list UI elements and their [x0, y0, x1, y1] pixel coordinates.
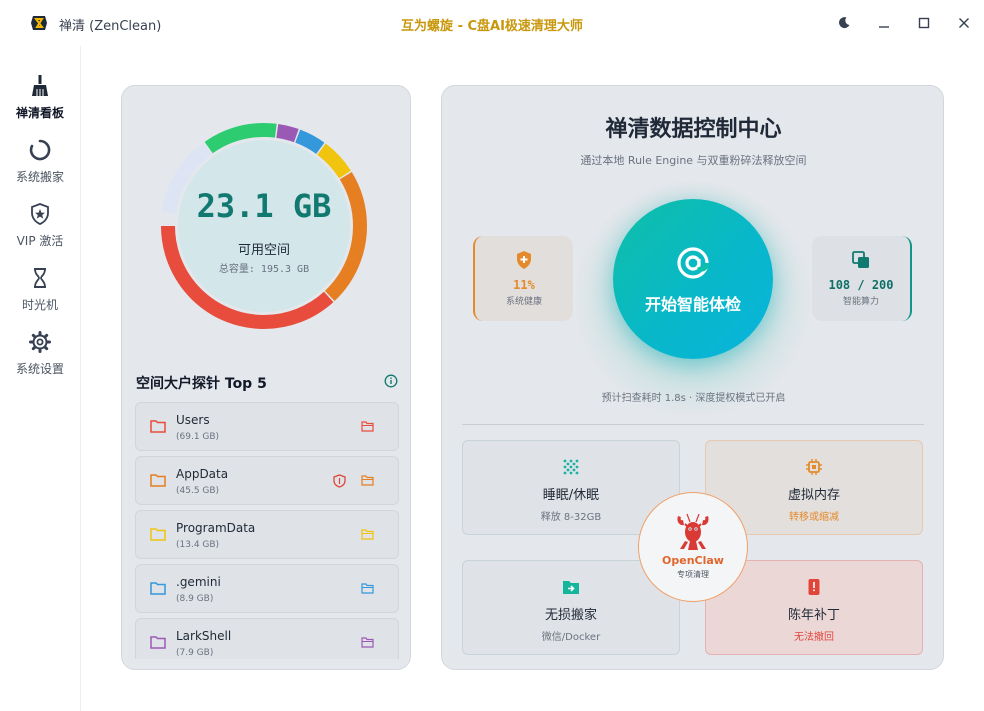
folder-name: Users: [176, 413, 210, 427]
open-folder-icon[interactable]: [361, 637, 374, 648]
system-health-value: 11%: [513, 278, 535, 292]
folder-name: LarkShell: [176, 629, 232, 643]
folder-icon: [150, 582, 166, 595]
ai-power-value: 108 / 200: [828, 278, 894, 292]
folder-icon: [150, 528, 166, 541]
old-patches-name: 陈年补丁: [787, 608, 840, 623]
sidebar: 禅清看板 系统搬家 VIP 激活 时光机 系统设置: [0, 46, 81, 711]
lossless-move-name: 无损搬家: [544, 608, 597, 623]
system-health-label: 系统健康: [505, 297, 542, 307]
storage-donut-chart: 23.1 GB 可用空间 总容量: 195.3 GB: [159, 121, 369, 331]
folder-icon: [150, 420, 166, 433]
virtual-memory-name: 虚拟内存: [787, 488, 840, 503]
copy-icon: [852, 251, 869, 268]
openclaw-sub: 专项清理: [677, 570, 709, 579]
control-center-title: 禅清数据控制中心: [605, 117, 782, 142]
theme-toggle-button[interactable]: [834, 13, 854, 33]
folder-name: .gemini: [176, 575, 221, 589]
open-folder-icon[interactable]: [361, 475, 374, 486]
folder-move-icon: [563, 581, 579, 594]
info-icon[interactable]: [384, 374, 398, 388]
maximize-icon: [918, 17, 930, 29]
divider: [462, 424, 924, 425]
old-patches-desc: 无法撤回: [794, 632, 834, 643]
system-health-card: 11% 系统健康: [473, 236, 573, 321]
sidebar-item-migration[interactable]: 系统搬家: [0, 138, 80, 185]
minimize-button[interactable]: [874, 13, 894, 33]
scan-hint: 预计扫查耗时 1.8s · 深度提权模式已开启: [601, 393, 786, 404]
sidebar-item-label: VIP 激活: [16, 234, 64, 248]
sidebar-item-label: 禅清看板: [15, 106, 64, 120]
refresh-icon: [29, 139, 51, 161]
list-item[interactable]: AppData (45.5 GB): [135, 456, 399, 505]
folder-icon: [150, 474, 166, 487]
available-space-label: 可用空间: [237, 243, 290, 258]
sleep-hibernate-name: 睡眠/休眠: [542, 488, 600, 503]
control-center-panel: 禅清数据控制中心 通过本地 Rule Engine 与双重粉碎法释放空间 11%…: [441, 85, 944, 670]
openclaw-name: OpenClaw: [662, 554, 724, 567]
protected-shield-icon: [333, 474, 346, 488]
phone-alert-icon: [808, 579, 820, 595]
folder-size: (45.5 GB): [176, 486, 220, 496]
available-space-value: 23.1 GB: [196, 187, 332, 225]
total-capacity-label: 总容量: 195.3 GB: [218, 264, 310, 275]
open-folder-icon[interactable]: [361, 529, 374, 540]
close-button[interactable]: [954, 13, 974, 33]
folder-size: (13.4 GB): [176, 540, 220, 550]
donut-ring: [161, 123, 367, 329]
sidebar-item-label: 系统搬家: [15, 170, 64, 184]
ai-power-card: 108 / 200 智能算力: [812, 236, 912, 321]
gear-icon: [29, 331, 51, 353]
open-folder-icon[interactable]: [361, 421, 374, 432]
sidebar-item-label: 时光机: [21, 298, 58, 312]
list-item[interactable]: Users (69.1 GB): [135, 402, 399, 451]
top5-title: 空间大户探针 Top 5: [136, 376, 267, 392]
chip-icon: [806, 459, 822, 475]
shield-star-icon: [31, 203, 49, 225]
folder-name: ProgramData: [176, 521, 256, 535]
title-bar: 禅清 (ZenClean) 互为螺旋 - C盘AI极速清理大师: [0, 0, 984, 46]
at-sign-icon: [677, 247, 709, 279]
start-scan-button[interactable]: 开始智能体检: [613, 199, 773, 359]
sidebar-item-dashboard[interactable]: 禅清看板: [0, 74, 80, 121]
folder-size: (7.9 GB): [176, 648, 214, 658]
list-item[interactable]: .gemini (8.9 GB): [135, 564, 399, 613]
folder-icon: [150, 636, 166, 649]
folder-size: (8.9 GB): [176, 594, 214, 604]
start-scan-label: 开始智能体检: [644, 295, 741, 314]
moon-icon: [839, 17, 850, 29]
ai-power-label: 智能算力: [842, 297, 879, 307]
folder-size: (69.1 GB): [176, 432, 220, 442]
donut-center: [178, 140, 350, 312]
sidebar-item-timemachine[interactable]: 时光机: [0, 266, 80, 313]
dots-grid-icon: [563, 459, 579, 475]
open-folder-icon[interactable]: [361, 583, 374, 594]
storage-panel: 23.1 GB 可用空间 总容量: 195.3 GB 空间大户探针 Top 5 …: [121, 85, 411, 670]
shield-plus-icon: [517, 251, 531, 269]
minimize-icon: [879, 26, 889, 28]
maximize-button[interactable]: [914, 13, 934, 33]
lobster-icon: [677, 513, 709, 550]
list-item[interactable]: ProgramData (13.4 GB): [135, 510, 399, 559]
lossless-move-desc: 微信/Docker: [541, 632, 601, 643]
close-icon: [959, 18, 969, 28]
sidebar-item-settings[interactable]: 系统设置: [0, 330, 80, 377]
hourglass-icon: [34, 268, 46, 288]
list-item[interactable]: LarkShell (7.9 GB): [135, 618, 399, 659]
sidebar-item-label: 系统设置: [15, 362, 64, 376]
broom-icon: [32, 75, 48, 96]
sidebar-item-vip[interactable]: VIP 激活: [0, 202, 80, 249]
folder-name: AppData: [176, 467, 229, 481]
openclaw-button[interactable]: OpenClaw 专项清理: [638, 492, 748, 602]
control-center-subtitle: 通过本地 Rule Engine 与双重粉碎法释放空间: [580, 154, 807, 167]
top5-list: Users (69.1 GB) AppData (45.5 GB) ProgramDat…: [135, 402, 399, 659]
